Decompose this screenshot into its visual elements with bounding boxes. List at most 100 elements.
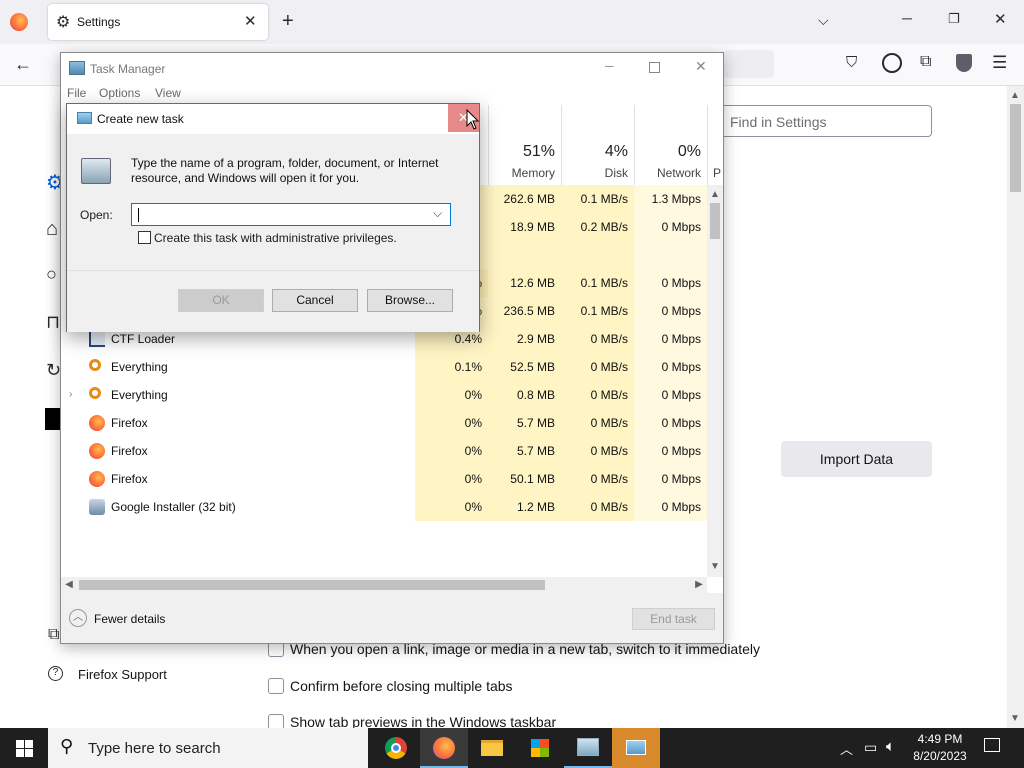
privacy-lock-icon[interactable]: ⊓ (46, 312, 60, 333)
disk-cell: 0.2 MB/s (561, 213, 634, 241)
network-cell (634, 241, 707, 269)
import-data-button[interactable]: Import Data (781, 441, 932, 477)
create-new-task-dialog: Create new task ✕ Type the name of a pro… (66, 103, 480, 332)
tm-scroll-down-icon[interactable]: ▼ (707, 559, 723, 575)
taskbar-task-manager[interactable] (564, 728, 612, 768)
taskbar-run-dialog[interactable] (612, 728, 660, 768)
fewer-details-chevron-icon[interactable]: ︿ (69, 609, 87, 627)
network-column-header[interactable]: 0% Network (634, 105, 707, 185)
tm-minimize-button[interactable]: ─ (605, 59, 614, 73)
taskbar-file-explorer[interactable] (468, 728, 516, 768)
memory-cell: 2.9 MB (488, 325, 561, 353)
taskbar-store[interactable] (516, 728, 564, 768)
extensions-themes-icon[interactable]: ⧉ (48, 626, 59, 644)
close-tab-icon[interactable]: ✕ (244, 12, 257, 30)
page-scrollbar[interactable]: ▲ ▼ (1007, 86, 1024, 728)
disk-column-header[interactable]: 4% Disk (561, 105, 634, 185)
clock-time[interactable]: 4:49 PM (916, 732, 964, 746)
find-in-settings-input[interactable]: Find in Settings (720, 105, 932, 137)
network-cell: 0 Mbps (634, 325, 707, 353)
close-window-button[interactable]: ✕ (994, 10, 1007, 28)
dropdown-chevron-icon[interactable]: ⌵ (433, 206, 442, 221)
page-scrollbar-thumb[interactable] (1010, 104, 1021, 192)
firefox-icon (89, 471, 105, 487)
fewer-details-link[interactable]: Fewer details (94, 612, 165, 626)
cancel-button[interactable]: Cancel (272, 289, 358, 312)
network-cell: 0 Mbps (634, 297, 707, 325)
confirm-close-tabs-checkbox[interactable] (268, 678, 284, 694)
disk-cell: 0.1 MB/s (561, 269, 634, 297)
dialog-description: Type the name of a program, folder, docu… (131, 156, 439, 185)
tm-scroll-right-icon[interactable]: ▶ (691, 577, 707, 593)
scroll-down-arrow-icon[interactable]: ▼ (1007, 711, 1023, 727)
network-cell: 0 Mbps (634, 409, 707, 437)
search-icon[interactable]: ○ (46, 264, 57, 285)
end-task-label: End task (650, 612, 697, 626)
tm-scroll-up-icon[interactable]: ▲ (707, 187, 723, 203)
chrome-center-dot (391, 743, 401, 753)
network-icon[interactable]: ▭ (864, 739, 877, 756)
tm-hscroll-thumb[interactable] (79, 580, 545, 590)
scroll-up-arrow-icon[interactable]: ▲ (1007, 88, 1023, 104)
volume-icon[interactable]: 🔈︎ (886, 738, 895, 755)
tm-close-button[interactable]: ✕ (695, 58, 707, 75)
more-from-mozilla-icon[interactable] (45, 408, 61, 430)
expand-chevron-icon[interactable]: › (69, 381, 72, 409)
cpu-cell: 0% (415, 437, 488, 465)
clock-date[interactable]: 8/20/2023 (910, 749, 970, 763)
network-cell: 0 Mbps (634, 353, 707, 381)
home-icon[interactable]: ⌂ (46, 218, 58, 241)
start-button[interactable] (0, 728, 48, 768)
admin-privileges-checkbox[interactable] (138, 231, 151, 244)
ctf-pen-icon (89, 331, 105, 347)
process-list-vertical-scrollbar[interactable]: ▲ ▼ (707, 185, 723, 577)
power-column-header[interactable]: P (707, 105, 723, 185)
pocket-icon[interactable]: ⛉ (846, 54, 857, 71)
firefox-menu-icon[interactable] (10, 13, 28, 31)
restore-window-button[interactable]: ❐ (948, 11, 960, 27)
end-task-button[interactable]: End task (632, 608, 715, 630)
ublock-shield-icon[interactable] (956, 54, 972, 72)
minimize-window-button[interactable]: ─ (902, 10, 912, 26)
list-tabs-chevron-icon[interactable]: ⌵ (818, 12, 829, 29)
tm-scroll-left-icon[interactable]: ◀ (61, 577, 77, 593)
menu-view[interactable]: View (155, 86, 181, 100)
process-row[interactable]: › Everything 0% 0.8 MB 0 MB/s 0 Mbps (61, 381, 707, 409)
ok-button[interactable]: OK (178, 289, 264, 312)
account-icon[interactable] (882, 53, 902, 73)
extensions-icon[interactable]: ⧉ (920, 53, 931, 71)
process-name: Firefox (111, 416, 148, 430)
notifications-icon[interactable] (984, 738, 1000, 752)
taskbar-chrome[interactable] (372, 728, 420, 768)
open-combobox[interactable]: ⌵ (131, 203, 451, 226)
menu-options[interactable]: Options (99, 86, 140, 100)
back-arrow-icon[interactable]: ← (14, 54, 32, 75)
browse-button[interactable]: Browse... (367, 289, 453, 312)
sync-icon[interactable]: ↻ (46, 360, 61, 381)
memory-cell: 262.6 MB (488, 185, 561, 213)
taskbar-firefox[interactable] (420, 728, 468, 768)
memory-cell: 12.6 MB (488, 269, 561, 297)
show-hidden-icons-chevron[interactable]: ︿ (840, 739, 853, 758)
memory-cell: 5.7 MB (488, 409, 561, 437)
process-list-horizontal-scrollbar[interactable]: ◀ ▶ (61, 577, 707, 593)
hamburger-menu-icon[interactable]: ☰ (992, 53, 1007, 73)
cpu-cell: 0% (415, 409, 488, 437)
process-row[interactable]: Google Installer (32 bit) 0% 1.2 MB 0 MB/s 0… (61, 493, 707, 521)
process-row[interactable]: Firefox 0% 5.7 MB 0 MB/s 0 Mbps (61, 409, 707, 437)
url-bar[interactable] (724, 50, 774, 78)
everything-magnifier-icon (89, 387, 101, 399)
menu-file[interactable]: File (67, 86, 86, 100)
taskbar-search-box[interactable]: ⚲ Type here to search (48, 728, 368, 768)
firefox-support-link[interactable]: Firefox Support (78, 667, 167, 682)
tm-maximize-button[interactable] (649, 62, 660, 73)
new-tab-button[interactable]: + (282, 10, 294, 33)
tm-vscroll-thumb[interactable] (710, 203, 720, 239)
disk-cell: 0 MB/s (561, 381, 634, 409)
process-row[interactable]: Firefox 0% 5.7 MB 0 MB/s 0 Mbps (61, 437, 707, 465)
process-row[interactable]: Firefox 0% 50.1 MB 0 MB/s 0 Mbps (61, 465, 707, 493)
process-row[interactable]: Everything 0.1% 52.5 MB 0 MB/s 0 Mbps (61, 353, 707, 381)
tab-settings[interactable]: ⚙ Settings ✕ (48, 4, 268, 40)
memory-column-header[interactable]: 51% Memory (488, 105, 561, 185)
process-name: Google Installer (32 bit) (111, 500, 236, 514)
